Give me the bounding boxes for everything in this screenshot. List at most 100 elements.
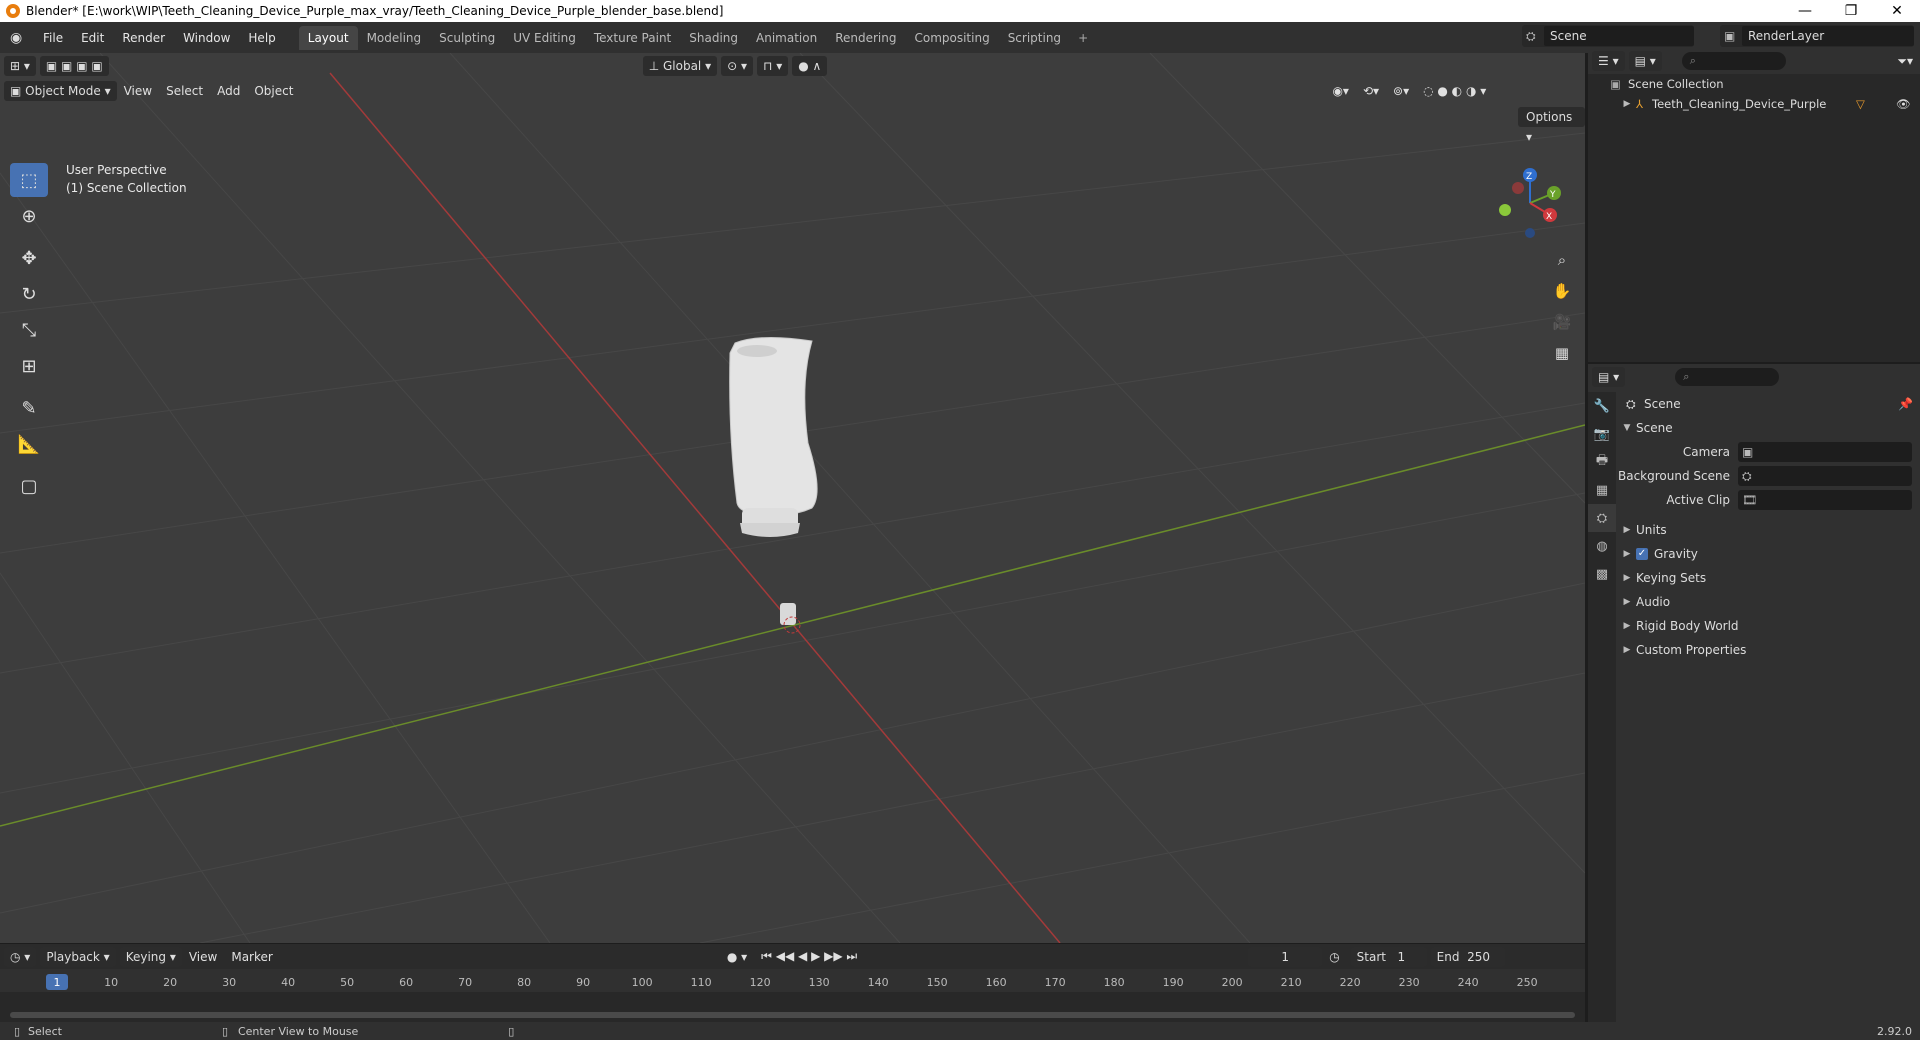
renderlayer-selector[interactable]: ▣ RenderLayer [1720, 25, 1914, 47]
outliner-object-row[interactable]: ▶ ⅄ Teeth_Cleaning_Device_Purple ▽ 👁 [1588, 94, 1920, 114]
minimize-button[interactable]: — [1782, 0, 1828, 22]
active-clip-field[interactable]: 🎞 [1738, 490, 1912, 510]
units-panel[interactable]: ▶ Units [1618, 518, 1918, 542]
playback-controls[interactable]: ⏮ ◀◀ ◀ ▶ ▶▶ ⏭ [754, 949, 864, 964]
pan-hand-icon[interactable]: ✋ [1548, 277, 1576, 305]
menu-view[interactable]: View [117, 84, 159, 98]
add-cube-tool[interactable]: ▢ [10, 469, 48, 503]
add-workspace-button[interactable]: + [1070, 26, 1096, 50]
object-mode-dropdown[interactable]: ▣ Object Mode ▾ [4, 81, 117, 101]
annotate-tool[interactable]: ✎ [10, 391, 48, 425]
tool-tab-icon[interactable]: 🔧 [1588, 392, 1616, 420]
blender-menu-icon[interactable]: ◉ [10, 30, 26, 46]
scene-panel-header[interactable]: ▼ Scene [1618, 416, 1918, 440]
timeline-editor-type-button[interactable]: ◷ ▾ [4, 946, 37, 967]
timeline-body[interactable] [0, 992, 1585, 1022]
tab-texture-paint[interactable]: Texture Paint [585, 26, 680, 50]
eye-visibility-icon[interactable]: 👁 [1896, 97, 1920, 111]
close-button[interactable]: ✕ [1874, 0, 1920, 22]
view-layer-tab-icon[interactable]: ▦ [1588, 476, 1616, 504]
overlay-toggle-icon[interactable]: ⊚▾ [1386, 84, 1416, 98]
window-titlebar: Blender* [E:\work\WIP\Teeth_Cleaning_Dev… [0, 0, 1920, 22]
pin-icon[interactable]: 📌 [1898, 397, 1918, 411]
menu-add[interactable]: Add [210, 84, 247, 98]
filter-icon[interactable]: ⏷▾ [1890, 54, 1920, 69]
tab-animation[interactable]: Animation [747, 26, 826, 50]
current-frame-field[interactable]: 1 [1248, 946, 1323, 967]
timeline-view-menu[interactable]: View [182, 950, 224, 964]
world-tab-icon[interactable]: ◍ [1588, 532, 1616, 560]
teeth-cleaning-device-model[interactable] [729, 336, 818, 537]
gravity-panel[interactable]: ▶ ✓ Gravity [1618, 542, 1918, 566]
cursor-tool[interactable]: ⊕ [10, 199, 48, 233]
scene-tab-icon[interactable]: ⛭ [1588, 504, 1616, 532]
camera-view-icon[interactable]: 🎥 [1548, 308, 1576, 336]
rotate-tool[interactable]: ↻ [10, 277, 48, 311]
options-dropdown[interactable]: Options ▾ [1518, 107, 1585, 144]
gizmo-toggle-icon[interactable]: ⟲▾ [1356, 84, 1386, 98]
renderlayer-name[interactable]: RenderLayer [1742, 26, 1914, 46]
tab-modeling[interactable]: Modeling [358, 26, 431, 50]
menu-window[interactable]: Window [174, 31, 239, 45]
end-frame-field[interactable]: End 250 [1430, 946, 1505, 967]
timeline-scrollbar[interactable] [10, 1012, 1575, 1018]
expand-arrow-icon[interactable]: ▶ [1618, 99, 1636, 109]
pivot-button[interactable]: ⊙ ▾ [721, 56, 754, 76]
menu-file[interactable]: File [34, 31, 72, 45]
editor-type-button[interactable]: ⊞ ▾ [4, 56, 36, 76]
maximize-button[interactable]: ❐ [1828, 0, 1874, 22]
orientation-dropdown[interactable]: ⊥ Global ▾ [642, 56, 718, 76]
properties-editor-type-button[interactable]: ▤ ▾ [1592, 367, 1626, 387]
snap-button[interactable]: ⊓ ▾ [757, 56, 789, 76]
menu-edit[interactable]: Edit [72, 31, 113, 45]
tab-layout[interactable]: Layout [298, 25, 358, 50]
visibility-icon[interactable]: ◉▾ [1325, 84, 1356, 98]
measure-tool[interactable]: 📐 [10, 427, 48, 461]
start-frame-field[interactable]: Start 1 [1350, 946, 1427, 967]
render-tab-icon[interactable]: 📷 [1588, 420, 1616, 448]
display-mode-button[interactable]: ▤ ▾ [1628, 51, 1662, 71]
outliner-search-input[interactable]: ⌕ [1681, 52, 1786, 70]
menu-help[interactable]: Help [239, 31, 284, 45]
gravity-checkbox[interactable]: ✓ [1636, 548, 1648, 560]
tab-sculpting[interactable]: Sculpting [430, 26, 504, 50]
output-tab-icon[interactable]: 🖶 [1588, 448, 1616, 476]
transform-tool[interactable]: ⊞ [10, 349, 48, 383]
tab-compositing[interactable]: Compositing [905, 26, 998, 50]
select-box-tool[interactable]: ⬚ [10, 163, 48, 197]
timeline-ruler[interactable]: 1 10 20 30 40 50 60 70 80 90 100 110 120 130 140 150 160… [0, 972, 1585, 992]
select-mode-button[interactable]: ▣ ▣ ▣ ▣ [39, 56, 109, 76]
move-tool[interactable]: ✥ [10, 241, 48, 275]
zoom-icon[interactable]: ⌕ [1548, 246, 1576, 274]
keying-menu[interactable]: Keying ▾ [119, 946, 182, 967]
3d-viewport[interactable]: ⊞ ▾ ▣ ▣ ▣ ▣ ⊥ Global ▾ ⊙ ▾ ⊓ ▾ ● ∧ Optio… [0, 53, 1585, 943]
marker-menu[interactable]: Marker [224, 950, 279, 964]
texture-tab-icon[interactable]: ▩ [1588, 560, 1616, 588]
keying-sets-panel[interactable]: ▶ Keying Sets [1618, 566, 1918, 590]
scene-name[interactable]: Scene [1544, 26, 1694, 46]
ortho-grid-icon[interactable]: ▦ [1548, 339, 1576, 367]
menu-render[interactable]: Render [113, 31, 174, 45]
camera-field[interactable]: ▣ [1738, 442, 1912, 462]
tab-rendering[interactable]: Rendering [826, 26, 905, 50]
rigid-body-world-panel[interactable]: ▶ Rigid Body World [1618, 614, 1918, 638]
record-icon[interactable]: ● ▾ [720, 950, 754, 964]
proportional-edit-button[interactable]: ● ∧ [792, 56, 828, 76]
scene-selector[interactable]: ⛭ Scene [1522, 25, 1694, 47]
shading-modes-icon[interactable]: ◌ ● ◐ ◑ ▾ [1416, 84, 1493, 98]
tab-shading[interactable]: Shading [680, 26, 747, 50]
background-scene-field[interactable]: ⛭ [1738, 466, 1912, 486]
playback-menu[interactable]: Playback ▾ [40, 946, 116, 967]
audio-panel[interactable]: ▶ Audio [1618, 590, 1918, 614]
outliner-editor-type-button[interactable]: ☰ ▾ [1592, 51, 1625, 71]
properties-search-input[interactable]: ⌕ [1675, 368, 1780, 386]
tab-scripting[interactable]: Scripting [999, 26, 1070, 50]
menu-select[interactable]: Select [159, 84, 210, 98]
navigation-gizmo[interactable]: Z Y X [1490, 163, 1570, 243]
camera-label: Camera [1682, 445, 1730, 459]
menu-object[interactable]: Object [247, 84, 300, 98]
scale-tool[interactable]: ⤡ [10, 313, 48, 347]
custom-properties-panel[interactable]: ▶ Custom Properties [1618, 638, 1918, 662]
outliner-scene-collection[interactable]: ▣ Scene Collection [1588, 74, 1920, 94]
tab-uv-editing[interactable]: UV Editing [504, 26, 585, 50]
